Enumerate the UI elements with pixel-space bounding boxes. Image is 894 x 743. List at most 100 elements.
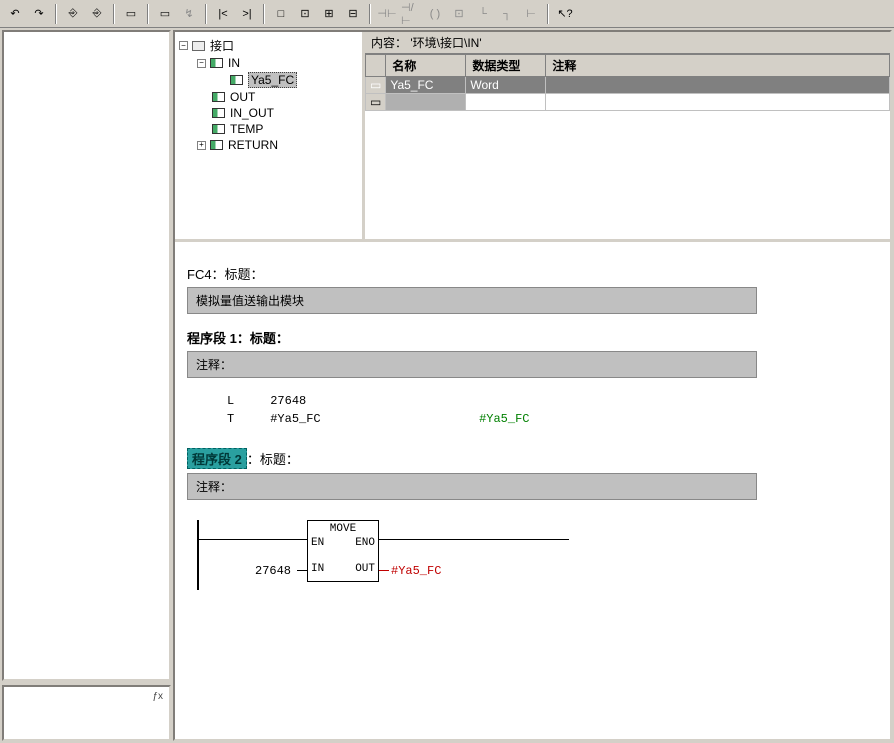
ladder-network[interactable]: MOVE EN ENO IN OUT 27648 #Ya5_FC xyxy=(197,520,878,600)
stl-code-block[interactable]: L 27648 T #Ya5_FC #Ya5_FC xyxy=(227,392,878,428)
spacer xyxy=(197,109,208,118)
upper-panel: − 接口 − IN Ya5_FC xyxy=(175,32,890,242)
branch-open-button[interactable]: └ xyxy=(472,3,494,25)
port-eno: ENO xyxy=(355,537,375,549)
toolbar-separator xyxy=(369,4,371,24)
contact-no-button[interactable]: ⊣⊢ xyxy=(376,3,398,25)
wire-out xyxy=(379,570,389,571)
cell-comment[interactable] xyxy=(546,94,890,111)
toolbar-btn-5[interactable]: ▭ xyxy=(120,3,142,25)
row-icon: ▭ xyxy=(366,77,386,94)
connect-button[interactable]: ⊢ xyxy=(520,3,542,25)
main-area: ƒx − 接口 − IN xyxy=(0,28,894,743)
segment2-title: 程序段 2：标题： xyxy=(187,448,878,469)
spacer xyxy=(197,93,208,102)
fc-comment-box[interactable]: 模拟量值送输出模块 xyxy=(187,287,757,314)
row-header-blank xyxy=(366,55,386,77)
toolbar-btn-10[interactable]: □ xyxy=(270,3,292,25)
toolbar-btn-3[interactable]: ⎆ xyxy=(62,3,84,25)
toolbar-separator xyxy=(113,4,115,24)
expander-icon[interactable]: + xyxy=(197,141,206,150)
code-editor[interactable]: FC4：标题： 模拟量值送输出模块 程序段 1：标题： 注释： L 27648 … xyxy=(175,242,890,739)
toolbar-separator xyxy=(263,4,265,24)
col-name[interactable]: 名称 xyxy=(386,55,466,77)
toolbar-btn-6[interactable]: ▭ xyxy=(154,3,176,25)
cell-comment[interactable] xyxy=(546,77,890,94)
toolbar-btn-11[interactable]: ⊡ xyxy=(294,3,316,25)
spacer xyxy=(215,76,226,85)
tree-label: 接口 xyxy=(210,37,234,54)
tree-in[interactable]: − IN xyxy=(197,55,358,71)
move-out-value[interactable]: #Ya5_FC xyxy=(391,564,441,578)
var-icon xyxy=(210,140,223,150)
var-icon xyxy=(212,108,225,118)
toolbar-btn-12[interactable]: ⊞ xyxy=(318,3,340,25)
var-icon xyxy=(212,124,225,134)
main-toolbar: ↶ ↷ ⎆ ⎆ ▭ ▭ ↯ |< >| □ ⊡ ⊞ ⊟ ⊣⊢ ⊣/⊢ ( ) ⊡… xyxy=(0,0,894,28)
stl-comment: #Ya5_FC xyxy=(479,412,529,426)
toolbar-btn-7[interactable]: ↯ xyxy=(178,3,200,25)
box-button[interactable]: ⊡ xyxy=(448,3,470,25)
expander-icon[interactable]: − xyxy=(197,59,206,68)
left-sidebar: ƒx xyxy=(0,28,173,743)
tree-var-ya5fc[interactable]: Ya5_FC xyxy=(215,71,358,89)
cell-type[interactable]: Word xyxy=(466,77,546,94)
segment1-comment-box[interactable]: 注释： xyxy=(187,351,757,378)
left-top-pane[interactable] xyxy=(2,30,171,681)
wire xyxy=(199,539,307,540)
tree-label: IN xyxy=(228,56,240,70)
tree-label: OUT xyxy=(230,90,255,104)
power-rail xyxy=(197,520,199,590)
fx-icon: ƒx xyxy=(152,691,163,702)
redo-button[interactable]: ↷ xyxy=(28,3,50,25)
tree-out[interactable]: OUT xyxy=(197,89,358,105)
cell-type[interactable] xyxy=(466,94,546,111)
tree-label-selected: Ya5_FC xyxy=(248,72,297,88)
stl-line: T #Ya5_FC #Ya5_FC xyxy=(227,410,878,428)
expander-icon[interactable]: − xyxy=(179,41,188,50)
toolbar-separator xyxy=(205,4,207,24)
tree-label: RETURN xyxy=(228,138,278,152)
toolbar-separator xyxy=(147,4,149,24)
toolbar-btn-8[interactable]: |< xyxy=(212,3,234,25)
var-icon xyxy=(210,58,223,68)
interface-tree[interactable]: − 接口 − IN Ya5_FC xyxy=(175,32,365,239)
help-pointer-button[interactable]: ↖? xyxy=(554,3,576,25)
cell-name[interactable] xyxy=(386,94,466,111)
cell-name[interactable]: Ya5_FC xyxy=(386,77,466,94)
tree-temp[interactable]: TEMP xyxy=(197,121,358,137)
table-row[interactable]: ▭ Ya5_FC Word xyxy=(366,77,890,94)
left-bottom-pane[interactable]: ƒx xyxy=(2,685,171,741)
wire xyxy=(379,539,569,540)
port-out: OUT xyxy=(355,563,375,575)
tree-return[interactable]: + RETURN xyxy=(197,137,358,153)
path-label: 内容： xyxy=(371,36,407,50)
segment2-comment-box[interactable]: 注释： xyxy=(187,473,757,500)
branch-close-button[interactable]: ┐ xyxy=(496,3,518,25)
col-type[interactable]: 数据类型 xyxy=(466,55,546,77)
move-box[interactable]: MOVE EN ENO IN OUT xyxy=(307,520,379,582)
segment1-title: 程序段 1：标题： xyxy=(187,328,878,347)
undo-button[interactable]: ↶ xyxy=(4,3,26,25)
contact-nc-button[interactable]: ⊣/⊢ xyxy=(400,3,422,25)
segment2-label-highlight[interactable]: 程序段 2 xyxy=(187,448,247,469)
path-value: '环境\接口\IN' xyxy=(410,36,481,50)
toolbar-btn-4[interactable]: ⎆ xyxy=(86,3,108,25)
table-row-empty[interactable]: ▭ xyxy=(366,94,890,111)
tree-root[interactable]: − 接口 xyxy=(179,36,358,55)
var-icon xyxy=(230,75,243,85)
col-comment[interactable]: 注释 xyxy=(546,55,890,77)
box-title: MOVE xyxy=(308,523,378,535)
toolbar-btn-13[interactable]: ⊟ xyxy=(342,3,364,25)
folder-icon xyxy=(192,41,205,51)
toolbar-btn-9[interactable]: >| xyxy=(236,3,258,25)
variable-table[interactable]: 名称 数据类型 注释 ▭ Ya5_FC Word ▭ xyxy=(365,54,890,111)
port-en: EN xyxy=(311,537,324,549)
toolbar-separator xyxy=(55,4,57,24)
coil-button[interactable]: ( ) xyxy=(424,3,446,25)
right-area: − 接口 − IN Ya5_FC xyxy=(173,30,892,741)
port-in: IN xyxy=(311,563,324,575)
move-in-value[interactable]: 27648 xyxy=(255,564,291,578)
grid-path: 内容： '环境\接口\IN' xyxy=(365,32,890,54)
tree-inout[interactable]: IN_OUT xyxy=(197,105,358,121)
